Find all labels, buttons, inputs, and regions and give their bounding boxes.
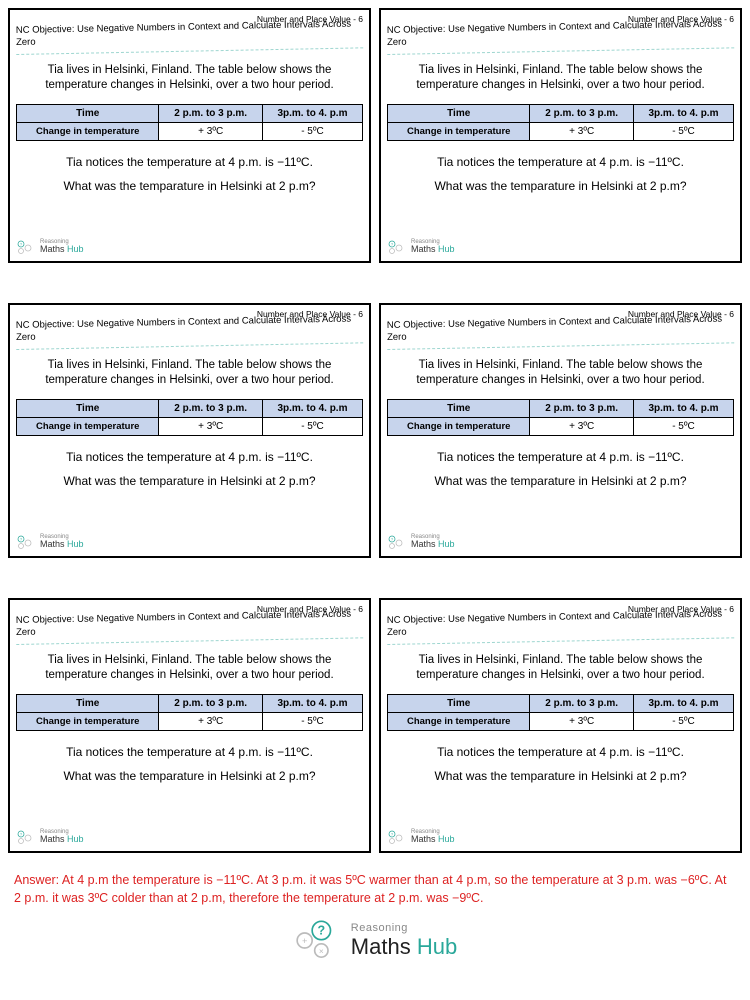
card-row-3: Number and Place Value - 6 NC Objective:… [8,598,742,853]
svg-text:×: × [319,946,324,956]
svg-text:?: ? [20,832,23,837]
svg-text:?: ? [391,537,394,542]
logo-icon: ? [16,239,36,255]
worksheet-card: Number and Place Value - 6 NC Objective:… [8,8,371,263]
svg-text:?: ? [20,537,23,542]
logo-icon: ? [16,534,36,550]
worksheet-card: Number and Place Value - 6 NC Objective:… [8,598,371,853]
card-row-2: Number and Place Value - 6 NC Objective:… [8,303,742,558]
brand-logo-small: ? ReasoningMaths Hub [387,239,734,255]
question-line: What was the temparature in Helsinki at … [387,179,734,193]
logo-text: ReasoningMaths Hub [40,239,84,255]
footer-logo-text: Reasoning Maths Hub [351,923,457,958]
card-row-1: Number and Place Value - 6 NC Objective:… [8,8,742,263]
svg-text:?: ? [391,832,394,837]
footer-logo: ? + × Reasoning Maths Hub [8,917,742,964]
worksheet-card: Number and Place Value - 6 NC Objective:… [379,598,742,853]
row-label: Change in temperature [17,122,159,140]
brand-logo-small: ? ReasoningMaths Hub [16,239,363,255]
logo-icon: ? [387,829,407,845]
svg-text:?: ? [20,242,23,247]
nc-objective: NC Objective: Use Negative Numbers in Co… [387,18,735,54]
question-line: What was the temparature in Helsinki at … [16,179,363,193]
svg-text:?: ? [317,924,325,938]
worksheet-grid: Number and Place Value - 6 NC Objective:… [8,8,742,853]
val2: - 5ºC [262,122,362,140]
answer-text: Answer: At 4 p.m the temperature is −11º… [14,871,736,907]
nc-objective: NC Objective: Use Negative Numbers in Co… [16,18,364,54]
svg-text:?: ? [391,242,394,247]
th-time: Time [17,104,159,122]
worksheet-card: Number and Place Value - 6 NC Objective:… [379,303,742,558]
svg-text:+: + [302,936,307,946]
val1: + 3ºC [159,122,263,140]
th-col1: 2 p.m. to 3 p.m. [159,104,263,122]
temperature-table: Time 2 p.m. to 3 p.m. 3p.m. to 4. p.m Ch… [16,104,363,141]
intro-text: Tia lives in Helsinki, Finland. The tabl… [16,63,363,94]
observation-line: Tia notices the temperature at 4 p.m. is… [387,155,734,169]
temperature-table: Time2 p.m. to 3 p.m.3p.m. to 4. p.m Chan… [387,104,734,141]
logo-icon: ? [387,534,407,550]
th-col2: 3p.m. to 4. p.m [262,104,362,122]
observation-line: Tia notices the temperature at 4 p.m. is… [16,155,363,169]
logo-icon: ? [387,239,407,255]
intro-text: Tia lives in Helsinki, Finland. The tabl… [387,63,734,94]
logo-icon: ? [16,829,36,845]
logo-icon-large: ? + × [293,917,343,964]
worksheet-card: Number and Place Value - 6 NC Objective:… [8,303,371,558]
worksheet-card: Number and Place Value - 6 NC Objective:… [379,8,742,263]
